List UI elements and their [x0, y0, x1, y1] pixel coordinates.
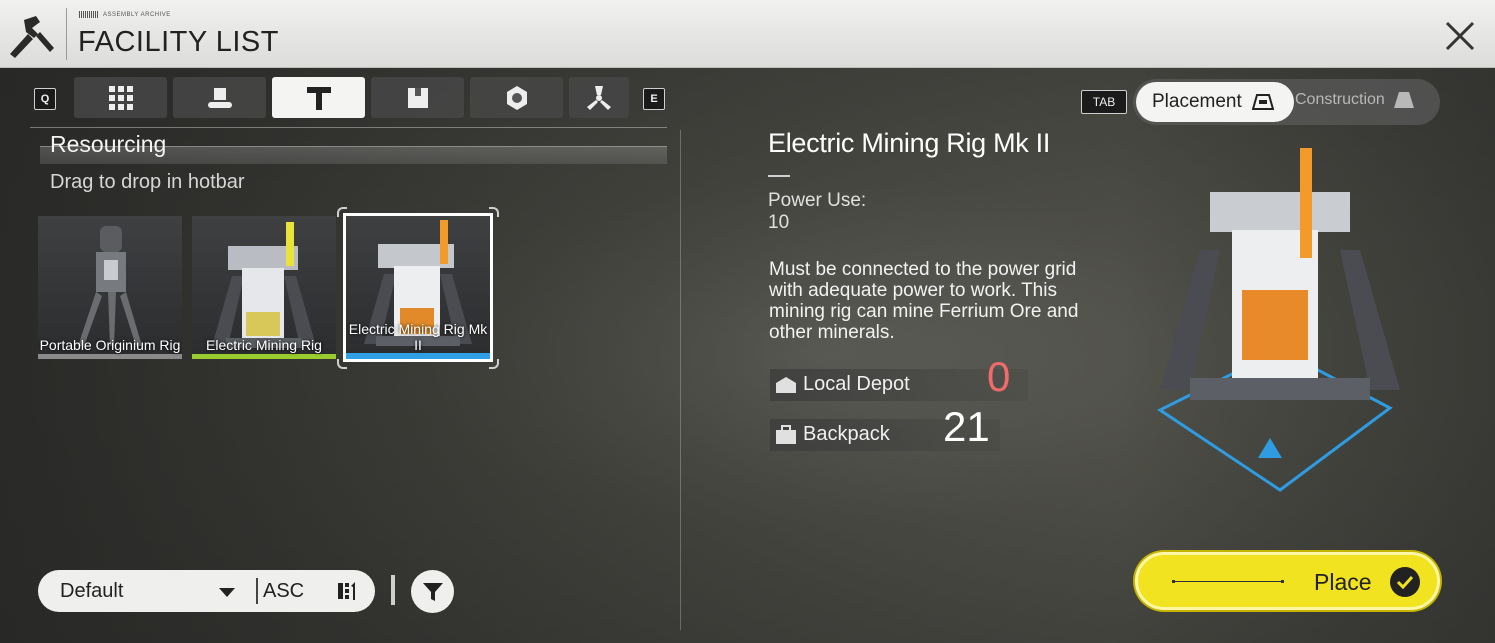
fan-icon	[587, 85, 611, 110]
item-card-bar	[192, 354, 336, 359]
tab-storage[interactable]	[371, 77, 464, 118]
item-card-electric-mining-rig[interactable]: Electric Mining Rig	[192, 216, 336, 359]
mode-switch-key[interactable]: TAB	[1081, 90, 1127, 114]
sort-control: Default ASC	[38, 570, 375, 612]
header-bar: ASSEMBLY ARCHIVE FACILITY LIST	[0, 0, 1495, 68]
item-card-bar	[346, 353, 490, 359]
construction-icon	[1393, 92, 1414, 108]
section-title: Resourcing	[50, 131, 167, 157]
sort-separator	[256, 578, 258, 604]
conveyor-icon	[207, 87, 232, 108]
place-button[interactable]: Place	[1135, 552, 1440, 610]
selection-corner	[337, 207, 347, 217]
facility-preview-image	[1157, 148, 1400, 492]
panel-divider	[680, 130, 681, 630]
filter-icon	[422, 582, 443, 601]
sort-order-icon[interactable]	[336, 580, 358, 602]
page-title: FACILITY LIST	[78, 26, 279, 58]
selection-corner	[337, 359, 347, 369]
header-small-label: ASSEMBLY ARCHIVE	[79, 11, 171, 18]
barcode-icon	[79, 11, 99, 18]
item-card-label: Electric Mining Rig Mk II	[348, 321, 488, 353]
sort-field-dropdown[interactable]: Default	[60, 580, 123, 603]
mode-construction-button[interactable]: Construction	[1295, 91, 1415, 109]
item-card-electric-mining-rig-mk2[interactable]: Electric Mining Rig Mk II	[343, 213, 493, 362]
tab-resourcing[interactable]	[272, 77, 365, 118]
sort-order-label[interactable]: ASC	[263, 580, 304, 603]
item-card-label: Portable Originium Rig	[39, 337, 181, 353]
backpack-icon	[776, 425, 796, 444]
section-subtitle: Drag to drop in hotbar	[50, 171, 245, 193]
gear-icon	[506, 85, 527, 110]
next-tab-key[interactable]: E	[643, 88, 665, 110]
wrench-hammer-icon	[10, 16, 54, 58]
place-button-label: Place	[1314, 569, 1372, 595]
placement-icon	[1251, 94, 1274, 110]
item-description: Must be connected to the power grid with…	[769, 259, 1079, 343]
mode-placement-label: Placement	[1152, 91, 1242, 112]
item-card-label: Electric Mining Rig	[206, 337, 322, 353]
tab-grid[interactable]	[74, 77, 167, 118]
tab-rule	[30, 127, 667, 128]
depot-icon	[776, 377, 796, 393]
mode-placement-button[interactable]: Placement	[1136, 82, 1294, 122]
place-button-decoration	[1172, 580, 1284, 583]
grid-icon	[108, 85, 133, 110]
tab-utility[interactable]	[569, 77, 629, 118]
header-divider	[66, 8, 67, 60]
mode-construction-label: Construction	[1295, 91, 1385, 108]
local-depot-value: 0	[987, 353, 1011, 400]
close-icon[interactable]	[1441, 17, 1479, 55]
chevron-down-icon[interactable]	[219, 588, 235, 597]
item-card-bar	[38, 354, 182, 359]
local-depot-label: Local Depot	[803, 373, 910, 395]
check-icon	[1390, 567, 1420, 597]
mode-toggle: Placement Construction	[1133, 79, 1440, 125]
item-card-portable-originium-rig[interactable]: Portable Originium Rig	[38, 216, 182, 359]
backpack-value: 21	[943, 403, 990, 450]
item-title: Electric Mining Rig Mk II	[768, 128, 1051, 158]
power-use-value: 10	[768, 212, 790, 233]
sort-filter-divider	[391, 575, 395, 605]
tab-power[interactable]	[470, 77, 563, 118]
storage-icon	[407, 87, 428, 108]
backpack-label: Backpack	[803, 423, 890, 445]
selection-corner	[489, 207, 499, 217]
prev-tab-key[interactable]: Q	[34, 88, 56, 110]
title-underline	[768, 175, 790, 177]
power-use-label: Power Use:	[768, 190, 867, 211]
tab-logistics[interactable]	[173, 77, 266, 118]
hammer-icon	[306, 86, 331, 110]
filter-button[interactable]	[411, 570, 454, 613]
